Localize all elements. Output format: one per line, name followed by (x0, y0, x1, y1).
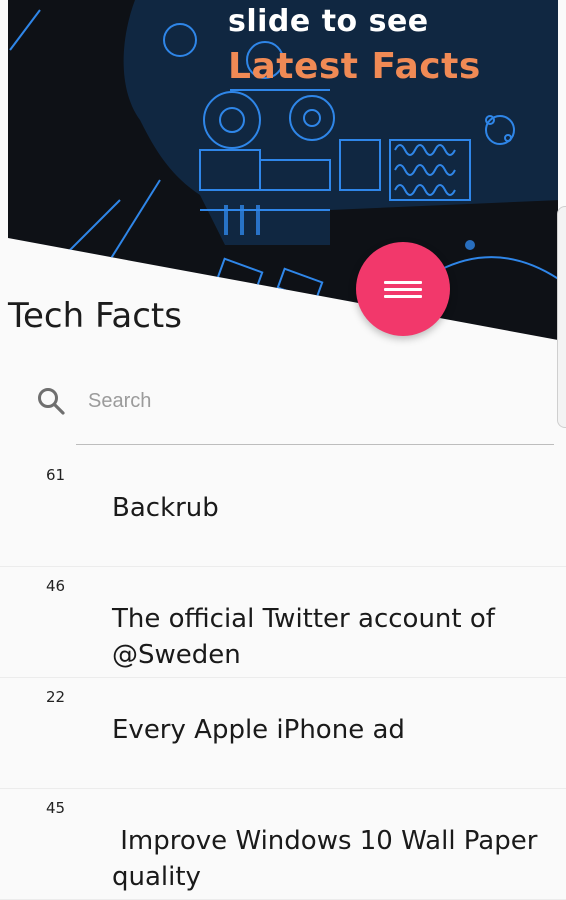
search-underline (76, 444, 554, 445)
item-title: The official Twitter account of @Sweden (112, 604, 504, 670)
item-count: 46 (46, 577, 66, 595)
banner-subheadline: Latest Facts (228, 46, 481, 87)
menu-fab-button[interactable] (356, 242, 450, 336)
list-item[interactable]: 45 Improve Windows 10 Wall Paper quality (0, 789, 566, 900)
list-item[interactable]: 22 Every Apple iPhone ad (0, 678, 566, 789)
header-banner[interactable]: slide to see Latest Facts (0, 0, 566, 345)
search-icon[interactable] (36, 386, 66, 416)
item-count: 45 (46, 799, 66, 817)
banner-headline: slide to see (228, 4, 429, 39)
item-title: Every Apple iPhone ad (112, 715, 405, 745)
edge-panel-handle[interactable] (557, 206, 566, 428)
list-item[interactable]: 61 Backrub (0, 456, 566, 567)
item-count: 61 (46, 466, 66, 484)
item-count: 22 (46, 688, 66, 706)
search-input[interactable] (88, 384, 508, 418)
search-bar (30, 374, 554, 446)
facts-list: 61 Backrub 46 The official Twitter accou… (0, 456, 566, 900)
item-title: Improve Windows 10 Wall Paper quality (112, 826, 546, 892)
page-title: Tech Facts (8, 296, 182, 336)
hamburger-menu-icon (384, 277, 422, 302)
item-title: Backrub (112, 493, 219, 523)
list-item[interactable]: 46 The official Twitter account of @Swed… (0, 567, 566, 678)
